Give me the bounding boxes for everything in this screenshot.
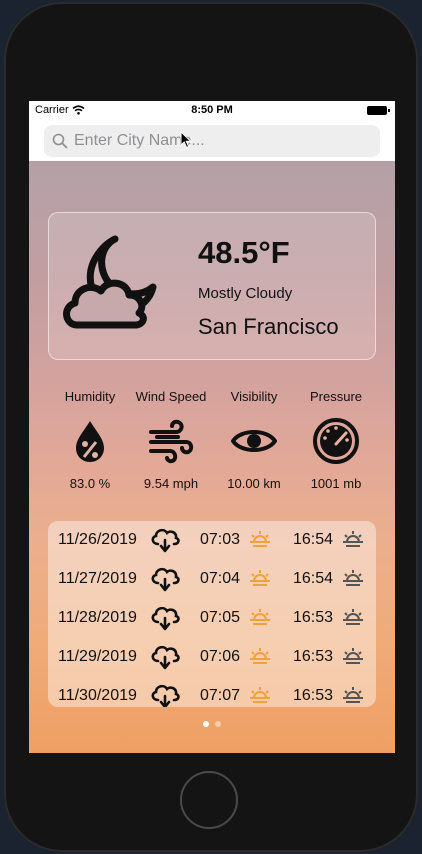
forecast-date: 11/26/2019 bbox=[58, 531, 137, 548]
sunrise-icon bbox=[250, 609, 270, 625]
sunrise-icon bbox=[250, 570, 270, 586]
stat-visibility: Visibility 10.00 km bbox=[212, 389, 296, 491]
sunrise-time: 07:07 bbox=[200, 687, 241, 704]
search-input[interactable] bbox=[72, 131, 366, 151]
battery-icon bbox=[367, 106, 390, 115]
sunrise-icon bbox=[250, 687, 270, 703]
sunrise-time: 07:06 bbox=[200, 648, 241, 665]
forecast-row: 11/27/2019 07:04 16:54 bbox=[48, 560, 376, 599]
search-header bbox=[29, 121, 395, 161]
sunset-icon bbox=[343, 531, 363, 547]
forecast-row: 11/29/2019 07:06 16:53 bbox=[48, 638, 376, 677]
forecast-date: 11/28/2019 bbox=[58, 609, 137, 626]
stat-label: Pressure bbox=[309, 389, 363, 404]
sunrise-icon bbox=[250, 648, 270, 664]
forecast-row: 11/30/2019 07:07 16:53 bbox=[48, 677, 376, 707]
wind-icon bbox=[149, 419, 194, 464]
sunrise-icon bbox=[250, 531, 270, 547]
sunset-time: 16:53 bbox=[293, 648, 334, 665]
sunset-icon bbox=[343, 609, 363, 625]
stat-wind: Wind Speed 9.54 mph bbox=[129, 389, 213, 491]
rain-cloud-icon bbox=[151, 567, 180, 592]
mouse-cursor-icon bbox=[180, 131, 192, 149]
forecast-row: 11/28/2019 07:05 16:53 bbox=[48, 599, 376, 638]
city-name: San Francisco bbox=[198, 314, 339, 339]
status-bar: Carrier 8:50 PM bbox=[29, 101, 395, 121]
rain-cloud-icon bbox=[151, 528, 180, 553]
page-dot-active[interactable] bbox=[203, 721, 209, 727]
sunset-icon bbox=[343, 687, 363, 703]
rain-cloud-icon bbox=[151, 606, 180, 631]
search-icon bbox=[52, 133, 68, 149]
forecast-list[interactable]: 11/26/2019 07:03 16:54 11/27/2019 07:04 … bbox=[48, 521, 376, 707]
sunrise-time: 07:03 bbox=[200, 531, 241, 548]
stats-row: Humidity 83.0 % Wind Speed 9.54 mph Visi… bbox=[48, 389, 376, 499]
sunrise-time: 07:05 bbox=[200, 609, 241, 626]
app-screen: Carrier 8:50 PM 48.5°F Most bbox=[29, 101, 395, 753]
home-button[interactable] bbox=[180, 771, 238, 829]
current-weather-card: 48.5°F Mostly Cloudy San Francisco bbox=[48, 212, 376, 360]
forecast-date: 11/29/2019 bbox=[58, 648, 137, 665]
temperature: 48.5°F bbox=[198, 235, 290, 270]
sunset-time: 16:53 bbox=[293, 609, 334, 626]
stat-value: 10.00 km bbox=[227, 476, 281, 491]
rain-cloud-icon bbox=[151, 684, 180, 707]
stat-label: Wind Speed bbox=[135, 389, 207, 404]
search-bar[interactable] bbox=[44, 125, 380, 157]
forecast-date: 11/27/2019 bbox=[58, 570, 137, 587]
stat-value: 9.54 mph bbox=[143, 476, 199, 491]
page-indicator[interactable] bbox=[29, 721, 395, 727]
sunset-time: 16:54 bbox=[293, 570, 334, 587]
sunset-icon bbox=[343, 648, 363, 664]
stat-value: 1001 mb bbox=[310, 476, 362, 491]
stat-humidity: Humidity 83.0 % bbox=[48, 389, 132, 491]
forecast-row: 11/26/2019 07:03 16:54 bbox=[48, 521, 376, 560]
sunset-time: 16:53 bbox=[293, 687, 334, 704]
stat-value: 83.0 % bbox=[69, 476, 111, 491]
sunset-time: 16:54 bbox=[293, 531, 334, 548]
forecast-date: 11/30/2019 bbox=[58, 687, 137, 704]
eye-icon bbox=[231, 430, 277, 452]
stat-label: Visibility bbox=[230, 389, 278, 404]
status-time: 8:50 PM bbox=[191, 104, 233, 116]
moon-cloud-icon bbox=[63, 235, 157, 329]
condition-text: Mostly Cloudy bbox=[198, 285, 293, 302]
humidity-icon bbox=[76, 421, 104, 462]
sunset-icon bbox=[343, 570, 363, 586]
gauge-icon bbox=[313, 418, 359, 464]
stat-label: Humidity bbox=[64, 389, 116, 404]
page-dot[interactable] bbox=[215, 721, 221, 727]
rain-cloud-icon bbox=[151, 645, 180, 670]
stat-pressure: Pressure 1001 mb bbox=[294, 389, 378, 491]
sunrise-time: 07:04 bbox=[200, 570, 241, 587]
